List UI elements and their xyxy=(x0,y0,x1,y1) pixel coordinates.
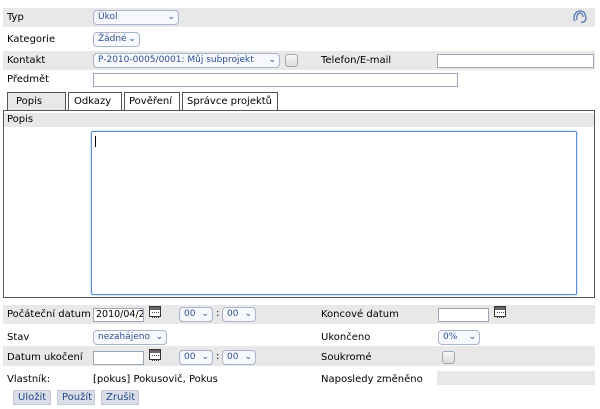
popis-header xyxy=(4,113,594,127)
typ-label: Typ xyxy=(7,12,24,23)
soukrome-label: Soukromé xyxy=(321,352,372,363)
start-minute-select[interactable]: 00 ⌄ xyxy=(222,307,256,322)
vlastnik-label: Vlastník: xyxy=(7,374,51,385)
end-date-input[interactable] xyxy=(438,308,489,322)
calendar-icon[interactable] xyxy=(149,306,161,318)
uk-hour-select[interactable]: 00 ⌄ xyxy=(179,350,213,365)
datum-ukonceni-input[interactable] xyxy=(93,351,144,365)
end-row xyxy=(3,346,595,366)
text-cursor xyxy=(95,136,96,147)
chevron-down-icon: ⌄ xyxy=(268,55,276,65)
kontakt-select[interactable]: P-2010-0005/0001: Můj subprojekt ⌄ xyxy=(93,53,280,68)
predmet-input[interactable] xyxy=(93,73,458,87)
start-date-row xyxy=(3,305,595,324)
chevron-down-icon: ⌄ xyxy=(468,332,476,342)
vlastnik-value: [pokus] Pokusovič, Pokus xyxy=(93,374,218,385)
cancel-button[interactable]: Zrušit xyxy=(101,390,139,405)
typ-select-value: Úkol xyxy=(98,12,118,22)
tab-popis[interactable]: Popis xyxy=(7,92,66,110)
kategorie-label: Kategorie xyxy=(7,34,56,45)
calendar-icon[interactable] xyxy=(149,349,161,361)
uk-hour-value: 00 xyxy=(184,352,196,362)
chevron-down-icon: ⌄ xyxy=(201,309,209,319)
kontakt-label: Kontakt xyxy=(7,55,46,66)
chevron-down-icon: ⌄ xyxy=(244,309,252,319)
ukonceno-label: Ukončeno xyxy=(321,332,371,343)
chevron-down-icon: ⌄ xyxy=(167,12,175,22)
apply-button[interactable]: Použít xyxy=(57,390,95,405)
start-minute-value: 00 xyxy=(227,309,239,319)
chevron-down-icon: ⌄ xyxy=(128,34,136,44)
uk-minute-select[interactable]: 00 ⌄ xyxy=(222,350,256,365)
start-date-label: Počáteční datum xyxy=(7,309,91,320)
stav-select[interactable]: nezahájeno ⌄ xyxy=(93,330,167,345)
telefon-label: Telefon/E-mail xyxy=(321,55,392,66)
stav-label: Stav xyxy=(7,332,30,343)
soukrome-checkbox[interactable] xyxy=(442,351,455,364)
typ-row xyxy=(3,8,595,27)
ukonceno-select-value: 0% xyxy=(443,332,458,342)
chevron-down-icon: ⌄ xyxy=(244,352,252,362)
naposledy-label: Naposledy změněno xyxy=(321,374,423,385)
stav-select-value: nezahájeno xyxy=(98,332,150,342)
time-colon: : xyxy=(216,308,220,319)
chevron-down-icon: ⌄ xyxy=(201,352,209,362)
end-date-label: Koncové datum xyxy=(321,309,399,320)
kontakt-lookup-button[interactable] xyxy=(285,54,298,67)
calendar-icon[interactable] xyxy=(494,306,506,318)
paperclip-icon[interactable] xyxy=(572,9,588,25)
uk-minute-value: 00 xyxy=(227,352,239,362)
chevron-down-icon: ⌄ xyxy=(155,332,163,342)
kontakt-select-value: P-2010-0005/0001: Můj subprojekt xyxy=(98,55,254,65)
kategorie-select[interactable]: Žádné ⌄ xyxy=(93,32,140,47)
start-date-input[interactable]: 2010/04/2 xyxy=(93,308,144,322)
naposledy-value xyxy=(437,371,595,385)
typ-select[interactable]: Úkol ⌄ xyxy=(93,10,179,25)
start-hour-value: 00 xyxy=(184,309,196,319)
datum-ukonceni-label: Datum ukočení xyxy=(7,352,83,363)
ukonceno-select[interactable]: 0% ⌄ xyxy=(438,330,480,345)
start-hour-select[interactable]: 00 ⌄ xyxy=(179,307,213,322)
popis-textarea[interactable] xyxy=(91,131,577,295)
telefon-input[interactable] xyxy=(437,54,594,68)
popis-section-label: Popis xyxy=(7,114,34,125)
kategorie-select-value: Žádné xyxy=(98,34,127,44)
tab-spravce-projektu[interactable]: Správce projektů xyxy=(182,92,278,110)
predmet-label: Předmět xyxy=(7,74,50,85)
save-button[interactable]: Uložit xyxy=(13,390,51,405)
time-colon: : xyxy=(216,351,220,362)
tab-odkazy[interactable]: Odkazy xyxy=(68,92,122,110)
tab-povereni[interactable]: Pověření xyxy=(124,92,180,110)
